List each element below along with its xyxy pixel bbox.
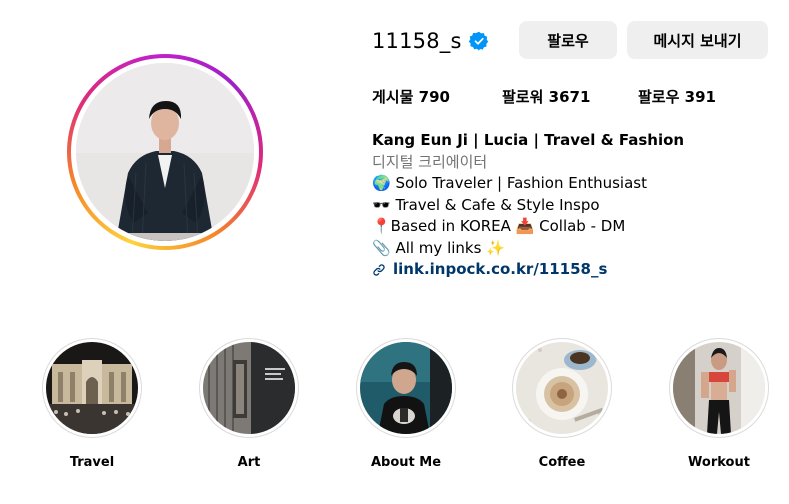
- highlight-label: Coffee: [538, 455, 586, 470]
- posts-stat: 게시물 790: [372, 86, 482, 107]
- highlight-workout[interactable]: Workout: [669, 338, 769, 470]
- highlight-coffee[interactable]: Coffee: [512, 338, 612, 470]
- message-button[interactable]: 메시지 보내기: [627, 21, 768, 59]
- follow-button[interactable]: 팔로우: [519, 21, 617, 59]
- following-stat[interactable]: 팔로우 391: [638, 86, 748, 107]
- posts-label: 게시물: [372, 88, 414, 106]
- bio-link-text: link.inpock.co.kr/11158_s: [393, 260, 608, 278]
- highlight-ring: [669, 338, 769, 438]
- highlight-ring: [356, 338, 456, 438]
- highlight-cover-coffee: [516, 342, 608, 434]
- highlight-art[interactable]: Art: [199, 338, 299, 470]
- bio-name: Kang Eun Ji | Lucia | Travel & Fashion: [372, 131, 685, 149]
- highlight-label: About Me: [370, 455, 442, 470]
- bio-line-1: 🌍 Solo Traveler | Fashion Enthusiast: [372, 174, 647, 192]
- bio-line-2: 🕶️ Travel & Cafe & Style Inspo: [372, 195, 600, 214]
- profile-bio: Kang Eun Ji | Lucia | Travel & Fashion 디…: [372, 130, 684, 281]
- highlight-ring: [512, 338, 612, 438]
- highlight-cover-about-me: [360, 342, 452, 434]
- bio-line-3: 📍Based in KOREA 📥 Collab - DM: [372, 217, 626, 235]
- profile-avatar-ring[interactable]: [67, 54, 263, 250]
- posts-count: 790: [418, 88, 450, 106]
- highlight-label: Travel: [69, 455, 115, 470]
- story-highlights: Travel Art About Me Coffee Workout: [0, 338, 789, 478]
- highlight-travel[interactable]: Travel: [42, 338, 142, 470]
- bio-external-link[interactable]: link.inpock.co.kr/11158_s: [372, 259, 684, 281]
- bio-line-4: 📎 All my links ✨: [372, 238, 505, 257]
- highlight-cover-art: [203, 342, 295, 434]
- highlight-cover-workout: [673, 342, 765, 434]
- bio-category: 디지털 크리에이터: [372, 152, 488, 171]
- followers-label: 팔로워: [502, 88, 544, 106]
- highlight-about-me[interactable]: About Me: [356, 338, 456, 470]
- highlight-cover-travel: [46, 342, 138, 434]
- following-label: 팔로우: [638, 88, 680, 106]
- verified-badge-icon: [468, 31, 488, 51]
- profile-username-row: 11158_s: [372, 29, 489, 53]
- avatar-gap: [71, 58, 259, 246]
- followers-count: 3671: [548, 88, 591, 106]
- followers-stat[interactable]: 팔로워 3671: [502, 86, 622, 107]
- highlight-ring: [199, 338, 299, 438]
- highlight-label: Workout: [688, 455, 750, 470]
- profile-username: 11158_s: [372, 29, 462, 53]
- highlight-label: Art: [237, 455, 261, 470]
- following-count: 391: [684, 88, 716, 106]
- highlight-ring: [42, 338, 142, 438]
- profile-avatar[interactable]: [76, 63, 254, 241]
- link-icon: [373, 264, 385, 276]
